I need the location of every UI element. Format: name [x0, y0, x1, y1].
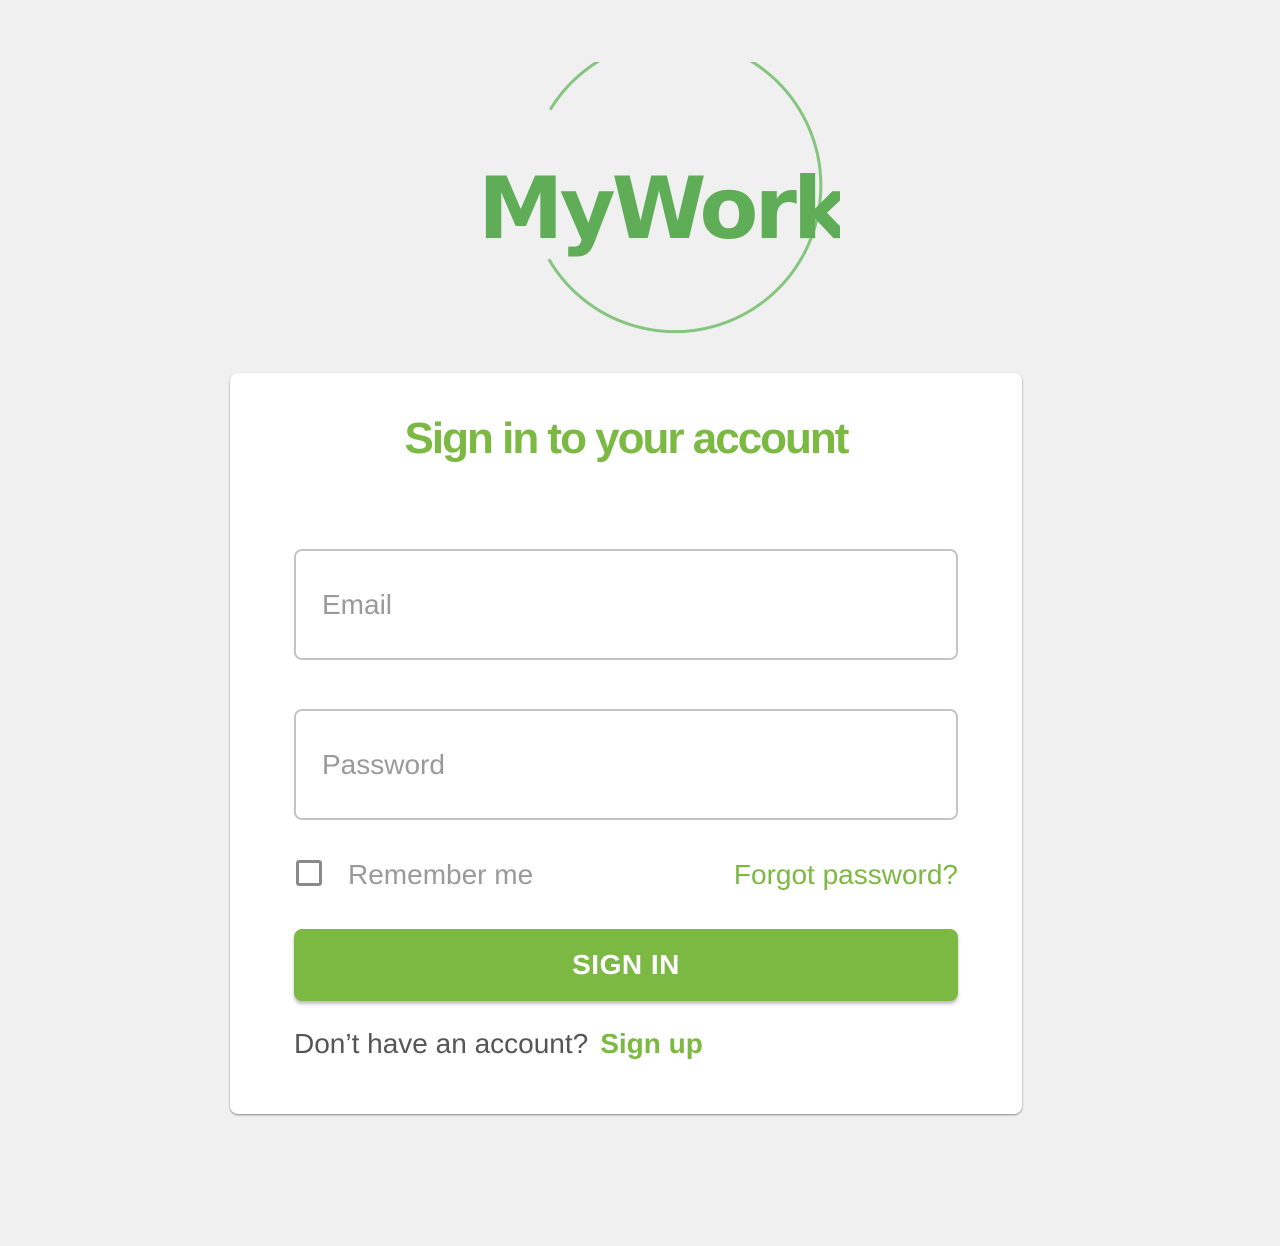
signin-title: Sign in to your account	[404, 414, 850, 463]
forgot-password-link[interactable]: Forgot password?	[734, 858, 958, 892]
signin-card: Sign in to your account Remember me Forg…	[230, 373, 1022, 1114]
password-field[interactable]	[294, 709, 958, 820]
signup-row: Don’t have an account? Sign up	[294, 1027, 703, 1061]
logo-text: MyWork	[478, 159, 840, 259]
remember-row: Remember me Forgot password?	[294, 858, 958, 892]
email-field[interactable]	[294, 549, 958, 660]
remember-me-checkbox[interactable]	[296, 860, 322, 886]
mywork-logo: MyWork	[470, 62, 840, 364]
signup-prompt: Don’t have an account?	[294, 1028, 589, 1059]
remember-me-label[interactable]: Remember me	[348, 858, 533, 892]
sign-in-button[interactable]: SIGN IN	[294, 929, 958, 1001]
sign-up-link[interactable]: Sign up	[600, 1028, 703, 1059]
